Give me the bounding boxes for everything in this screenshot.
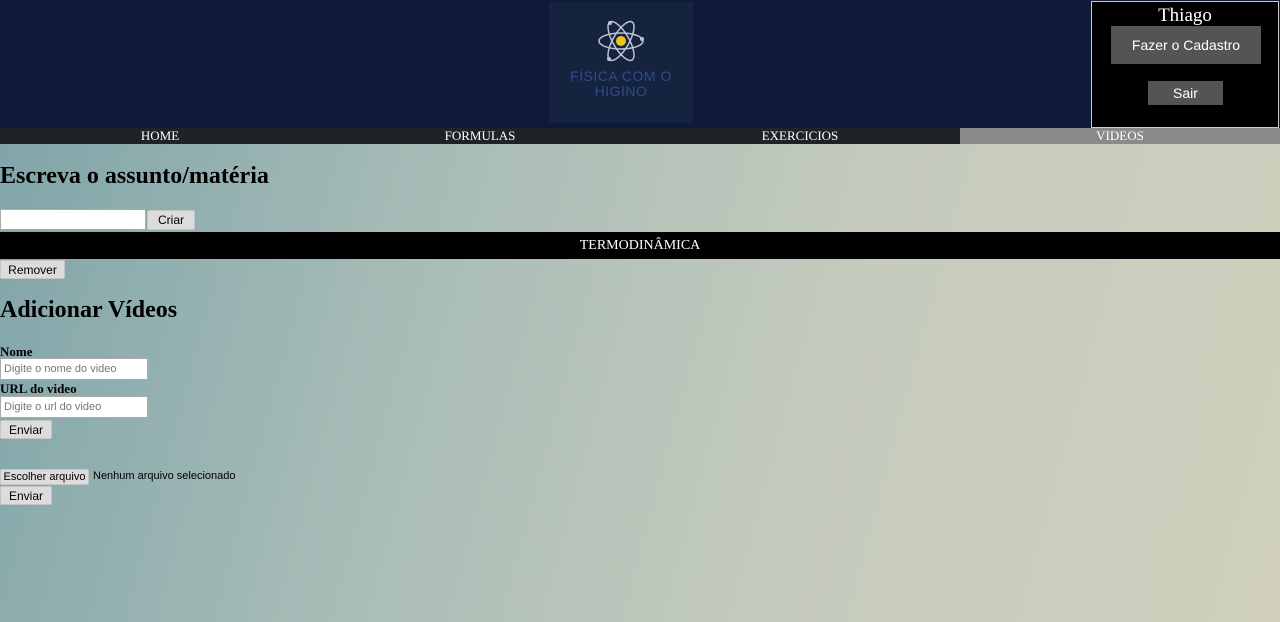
logout-button[interactable]: Sair <box>1148 81 1223 105</box>
video-name-input[interactable] <box>0 358 148 380</box>
nav-item-home[interactable]: HOME <box>0 128 320 144</box>
send-video-button[interactable]: Enviar <box>0 420 52 439</box>
logo-text-line1: FÍSICA COM O <box>570 68 672 84</box>
choose-file-button[interactable]: Escolher arquivo <box>0 469 89 485</box>
create-button[interactable]: Criar <box>147 210 195 230</box>
logo-text-line2: HIGINO <box>594 83 648 99</box>
subject-banner: TERMODINÂMICA <box>0 232 1280 259</box>
send-file-button[interactable]: Enviar <box>0 486 52 505</box>
video-url-input[interactable] <box>0 396 148 418</box>
logo-text: FÍSICA COM O HIGINO <box>549 69 693 99</box>
nav-item-exercicios[interactable]: EXERCICIOS <box>640 128 960 144</box>
user-panel: Thiago Fazer o Cadastro Sair <box>1091 1 1279 128</box>
subject-input[interactable] <box>0 209 146 230</box>
nav-item-videos[interactable]: VIDEOS <box>960 128 1280 144</box>
video-url-label: URL do video <box>0 381 77 396</box>
site-logo[interactable]: FÍSICA COM O HIGINO <box>549 2 693 123</box>
atom-icon <box>598 20 644 62</box>
videos-heading: Adicionar Vídeos <box>0 297 178 323</box>
subject-heading: Escreva o assunto/matéria <box>0 163 269 189</box>
remove-button[interactable]: Remover <box>0 260 65 279</box>
nav-item-formulas[interactable]: FORMULAS <box>320 128 640 144</box>
site-header: FÍSICA COM O HIGINO Thiago Fazer o Cadas… <box>0 0 1280 128</box>
signup-button[interactable]: Fazer o Cadastro <box>1111 26 1261 64</box>
user-name: Thiago <box>1158 5 1212 26</box>
main-nav: HOME FORMULAS EXERCICIOS VIDEOS <box>0 128 1280 144</box>
file-status-text: Nenhum arquivo selecionado <box>93 470 236 482</box>
